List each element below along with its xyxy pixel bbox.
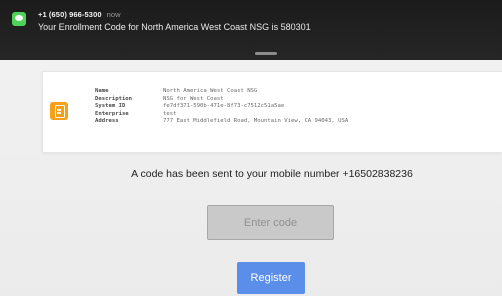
messages-app-icon <box>12 12 26 26</box>
field-value: North America West Coast NSG <box>163 88 258 94</box>
field-row-address: Address 777 East Middlefield Road, Mount… <box>95 118 348 126</box>
field-row-system-id: System ID fe7df371-590b-471e-8f73-c7512c… <box>95 103 348 111</box>
notification-time: now <box>106 10 121 19</box>
register-button[interactable]: Register <box>237 262 305 294</box>
field-value: fe7df371-590b-471e-8f73-c7512c51a5ae <box>163 103 285 110</box>
code-sent-message: A code has been sent to your mobile numb… <box>131 168 413 180</box>
field-label: System ID <box>95 103 126 110</box>
field-row-enterprise: Enterprise test <box>95 111 348 119</box>
field-value: NSG for West Coast <box>163 95 224 102</box>
system-info-card: Name North America West Coast NSG Descri… <box>42 71 502 153</box>
enrollment-screen: +1 (650) 966-5300 now Your Enrollment Cod… <box>0 0 502 296</box>
notification-header: +1 (650) 966-5300 now <box>38 10 121 19</box>
sms-notification-banner[interactable]: +1 (650) 966-5300 now Your Enrollment Cod… <box>0 0 502 60</box>
field-value: 777 East Middlefield Road, Mountain View… <box>163 118 349 125</box>
notification-message: Your Enrollment Code for North America W… <box>38 22 311 32</box>
notification-drag-handle[interactable] <box>255 52 277 55</box>
field-row-name: Name North America West Coast NSG <box>95 88 348 96</box>
document-icon <box>50 102 68 120</box>
enter-code-input[interactable] <box>207 205 334 240</box>
field-value: test <box>163 110 177 117</box>
notification-sender: +1 (650) 966-5300 <box>38 10 102 19</box>
field-label: Name <box>95 88 109 94</box>
field-label: Enterprise <box>95 110 129 117</box>
field-label: Address <box>95 118 119 125</box>
system-info-fields: Name North America West Coast NSG Descri… <box>95 88 348 126</box>
field-label: Description <box>95 95 133 102</box>
field-row-description: Description NSG for West Coast <box>95 96 348 104</box>
